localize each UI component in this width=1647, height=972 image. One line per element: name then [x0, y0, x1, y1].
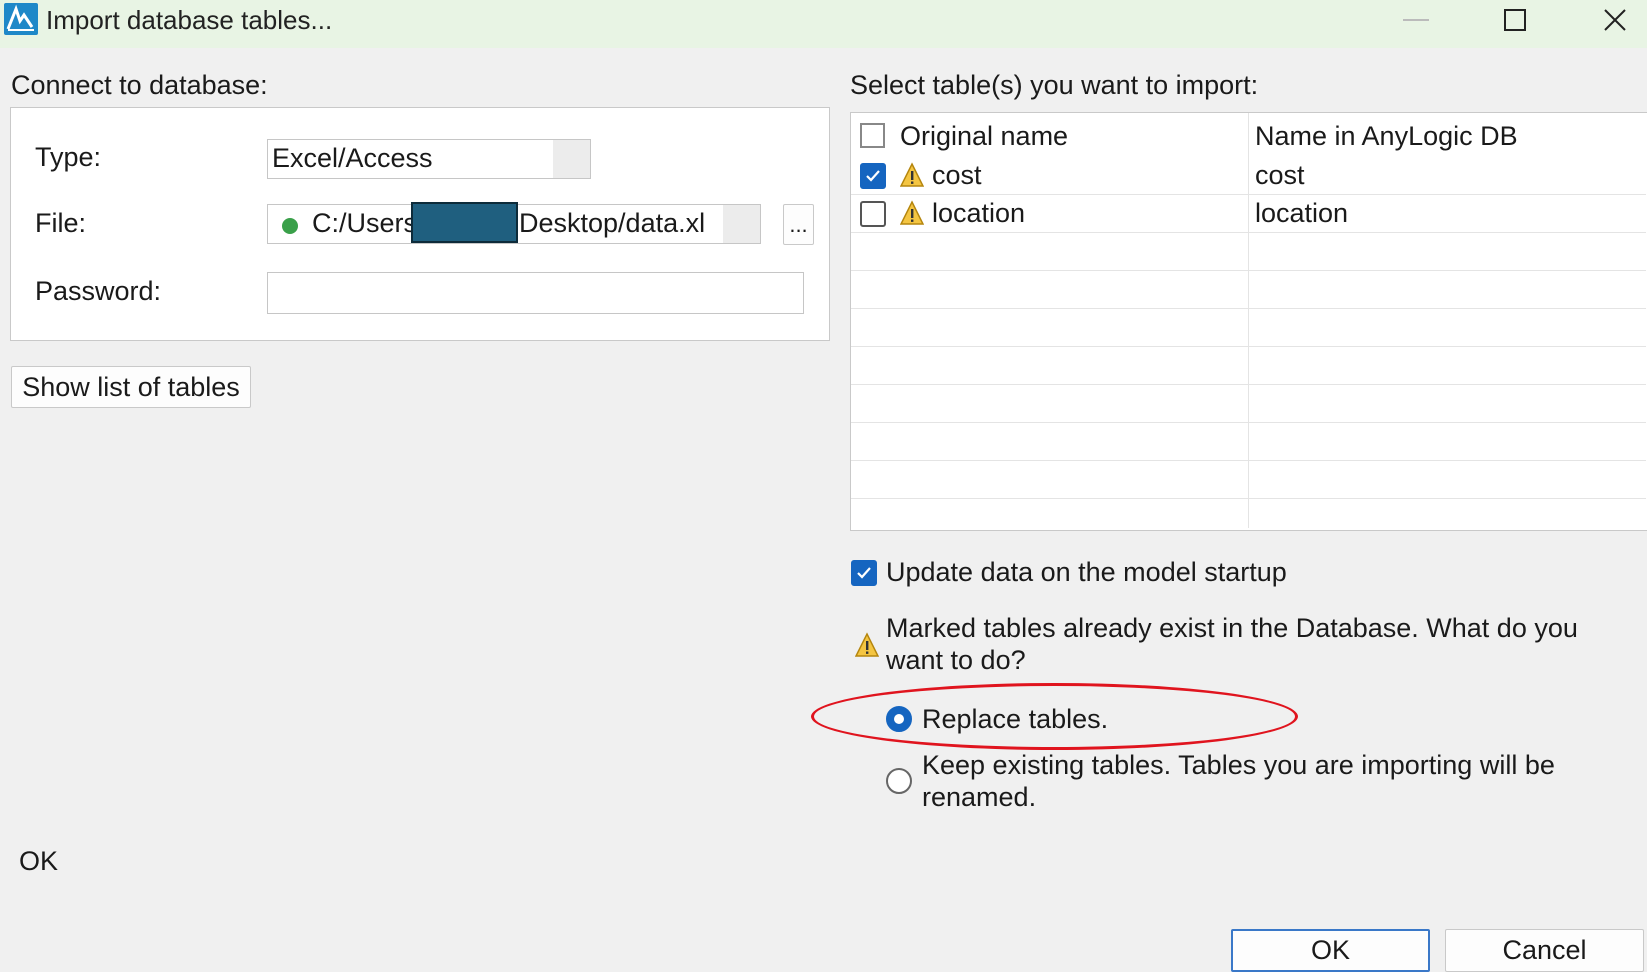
keep-tables-radio[interactable]: [886, 768, 912, 794]
row-divider: [851, 194, 1646, 195]
row-divider: [851, 422, 1646, 423]
file-path-suffix: Desktop/data.xl: [519, 208, 706, 238]
keep-tables-label[interactable]: Keep existing tables. Tables you are imp…: [922, 749, 1622, 813]
anylogic-app-icon: [4, 3, 38, 35]
file-field-end: [723, 205, 760, 243]
maximize-icon: [1504, 9, 1526, 31]
show-list-of-tables-button[interactable]: Show list of tables: [11, 366, 251, 408]
annotation-ellipse: [811, 683, 1298, 750]
type-combo-value: Excel/Access: [272, 143, 433, 173]
maximize-button[interactable]: [1485, 0, 1545, 40]
column-header-original-name[interactable]: Original name: [900, 121, 1068, 152]
minimize-icon: [1403, 19, 1429, 21]
column-header-anylogic-name[interactable]: Name in AnyLogic DB: [1255, 121, 1518, 152]
warning-icon: [854, 632, 880, 663]
ok-button[interactable]: OK: [1231, 929, 1430, 972]
warning-icon: [899, 200, 925, 231]
type-combo[interactable]: Excel/Access: [267, 139, 591, 179]
type-combo-arrow[interactable]: [553, 140, 590, 178]
close-button[interactable]: [1585, 0, 1645, 40]
file-path-prefix: C:/Users: [312, 208, 418, 238]
existing-tables-warning: Marked tables already exist in the Datab…: [886, 613, 1578, 675]
browse-button[interactable]: ...: [783, 204, 814, 245]
tables-group-label: Select table(s) you want to import:: [850, 70, 1259, 100]
check-icon: [866, 170, 880, 182]
redacted-block: [411, 202, 518, 243]
row-checkbox-cost[interactable]: [860, 163, 886, 189]
check-icon: [857, 567, 871, 579]
row-checkbox-location[interactable]: [860, 201, 886, 227]
update-on-startup-label[interactable]: Update data on the model startup: [886, 556, 1287, 588]
status-text: OK: [19, 846, 59, 876]
row-divider: [851, 498, 1646, 499]
table-row-original[interactable]: cost: [932, 160, 982, 191]
select-all-checkbox[interactable]: [860, 123, 885, 148]
minimize-button[interactable]: [1386, 0, 1446, 40]
file-label: File:: [35, 208, 87, 238]
password-label: Password:: [35, 276, 162, 306]
row-divider: [851, 232, 1646, 233]
connect-group-label: Connect to database:: [11, 70, 268, 100]
close-icon: [1604, 9, 1626, 31]
row-divider: [851, 270, 1646, 271]
warning-icon: [899, 162, 925, 193]
column-divider: [1248, 113, 1249, 528]
table-row-anylogic[interactable]: location: [1255, 198, 1348, 229]
type-label: Type:: [35, 142, 102, 172]
row-divider: [851, 460, 1646, 461]
password-input[interactable]: [267, 272, 804, 314]
window-title: Import database tables...: [46, 5, 333, 35]
row-divider: [851, 346, 1646, 347]
cancel-button[interactable]: Cancel: [1445, 929, 1644, 972]
file-status-icon: [282, 218, 298, 234]
table-row-anylogic[interactable]: cost: [1255, 160, 1305, 191]
row-divider: [851, 384, 1646, 385]
update-on-startup-checkbox[interactable]: [851, 560, 877, 586]
table-row-original[interactable]: location: [932, 198, 1025, 229]
row-divider: [851, 308, 1646, 309]
